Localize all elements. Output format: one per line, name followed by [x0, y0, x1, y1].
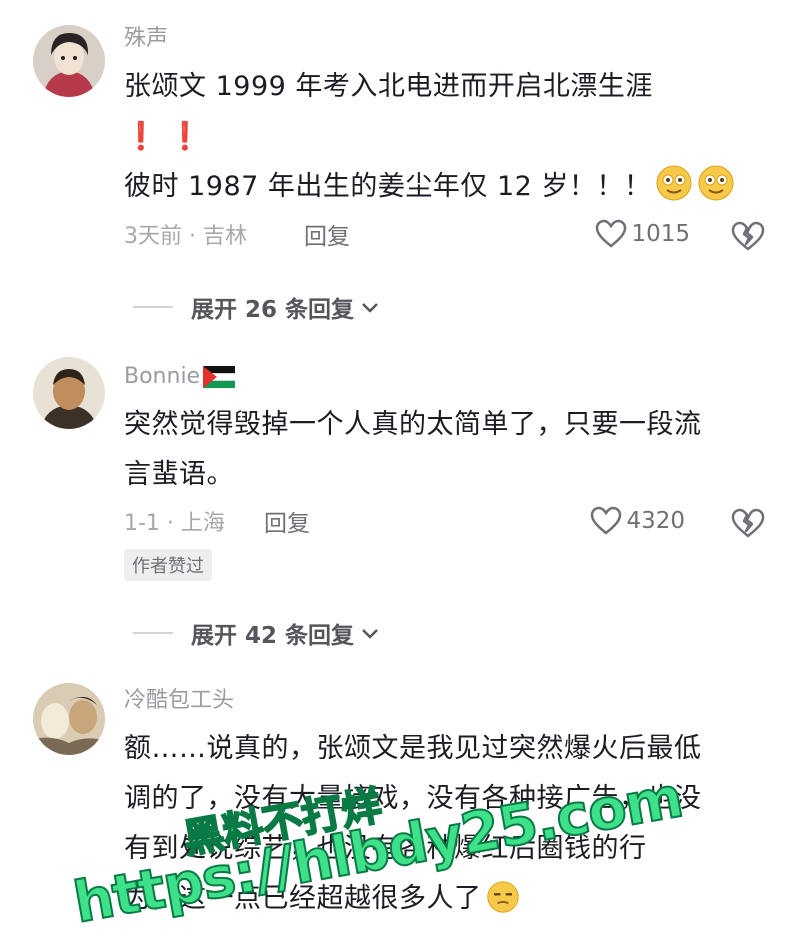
comment-meta: 3天前 · 吉林 — [124, 224, 247, 249]
chevron-down-icon — [362, 629, 378, 639]
heart-outline-icon — [596, 219, 627, 248]
like-button[interactable]: 1015 — [595, 219, 690, 249]
avatar[interactable] — [33, 357, 105, 429]
avatar[interactable] — [33, 25, 105, 97]
like-count: 1015 — [631, 221, 690, 247]
smile-emoji-icon — [697, 164, 735, 202]
heart-outline-icon — [591, 506, 622, 535]
avatar[interactable] — [33, 683, 105, 755]
comment-text: 张颂文 1999 年考入北电进而开启北漂生涯 ❗ ❗ 彼时 1987 年出生的姜… — [124, 62, 760, 212]
username[interactable]: Bonnie — [124, 362, 236, 392]
broken-heart-icon[interactable] — [730, 220, 766, 252]
reply-button[interactable]: 回复 — [264, 509, 310, 539]
palestine-flag-icon — [203, 366, 236, 388]
reply-button[interactable]: 回复 — [304, 222, 350, 252]
smile-emoji-icon — [655, 164, 693, 202]
comment-meta: 1-1 · 上海 — [124, 511, 225, 536]
username[interactable]: 冷酷包工头 — [124, 686, 234, 716]
username[interactable]: 殊声 — [124, 24, 168, 54]
author-liked-badge: 作者赞过 — [124, 549, 212, 581]
chevron-down-icon — [362, 303, 378, 313]
squint-emoji-icon — [486, 880, 520, 914]
like-button[interactable]: 4320 — [590, 506, 685, 536]
comment-text: 突然觉得毁掉一个人真的太简单了，只要一段流 言蜚语。 — [124, 409, 702, 490]
expand-replies-button[interactable]: 展开 42 条回复 — [133, 616, 382, 650]
broken-heart-icon[interactable] — [730, 507, 766, 539]
like-count: 4320 — [626, 508, 685, 534]
expand-replies-button[interactable]: 展开 26 条回复 — [133, 290, 382, 324]
